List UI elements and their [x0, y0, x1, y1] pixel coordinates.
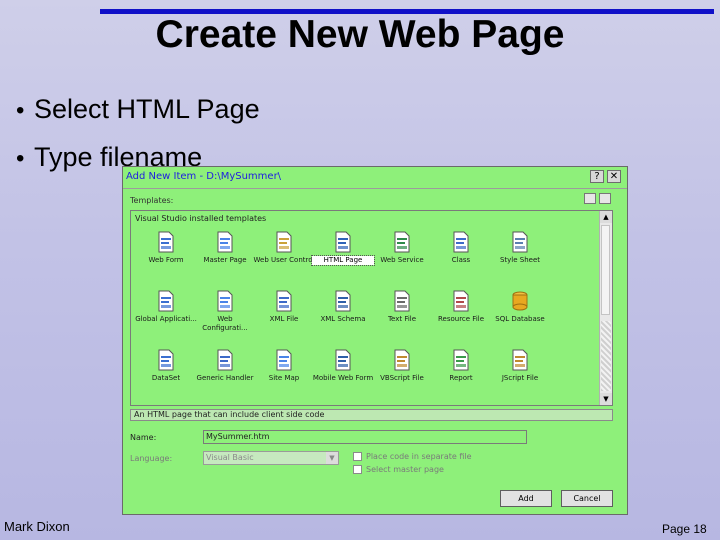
resource-file-icon — [450, 290, 472, 312]
template-item[interactable]: VBScript File — [371, 349, 433, 405]
template-label: Resource File — [437, 315, 485, 323]
scroll-track — [601, 321, 611, 391]
template-label: XML Schema — [320, 315, 366, 323]
footer-page-number: Page 18 — [662, 522, 707, 536]
template-label: HTML Page — [311, 255, 375, 266]
template-item[interactable]: Mobile Web Form — [312, 349, 374, 405]
template-item[interactable]: Web Configurati... — [194, 290, 256, 346]
template-label: VBScript File — [380, 374, 424, 382]
bullet-item: • Select HTML Page — [16, 86, 260, 134]
template-label: Web Form — [148, 256, 184, 264]
generic-handler-icon — [214, 349, 236, 371]
template-item[interactable]: Text File — [371, 290, 433, 346]
template-label: Style Sheet — [499, 256, 541, 264]
slide-title: Create New Web Page — [155, 13, 565, 56]
select-master-checkbox[interactable] — [353, 465, 362, 474]
template-item[interactable]: XML Schema — [312, 290, 374, 346]
dataset-icon — [155, 349, 177, 371]
jscript-file-icon — [509, 349, 531, 371]
template-label: Web Service — [380, 256, 424, 264]
add-button[interactable]: Add — [500, 490, 552, 507]
style-sheet-icon — [509, 231, 531, 253]
language-select[interactable]: Visual Basic ▼ — [203, 451, 339, 465]
template-label: Global Applicati... — [135, 315, 197, 323]
bullet-dot: • — [16, 145, 25, 172]
template-item[interactable]: Global Applicati... — [135, 290, 197, 346]
templates-scrollbar[interactable]: ▲ ▼ — [599, 211, 612, 405]
bullet-dot: • — [16, 97, 25, 124]
template-label: Class — [451, 256, 471, 264]
template-label: Report — [449, 374, 473, 382]
add-new-item-dialog: Add New Item - D:\MySummer\ ? ✕ Template… — [122, 166, 628, 515]
template-label: DataSet — [151, 374, 181, 382]
cancel-button[interactable]: Cancel — [561, 490, 613, 507]
html-page-icon — [332, 231, 354, 253]
class-icon — [450, 231, 472, 253]
template-item[interactable]: Web Form — [135, 231, 197, 287]
web-user-control-icon — [273, 231, 295, 253]
template-label: JScript File — [501, 374, 539, 382]
master-page-icon — [214, 231, 236, 253]
scroll-thumb[interactable] — [601, 225, 610, 315]
web-configuration-icon — [214, 290, 236, 312]
template-item[interactable]: Class — [430, 231, 492, 287]
templates-label: Templates: — [130, 196, 174, 205]
language-value: Visual Basic — [206, 453, 254, 462]
place-code-label: Place code in separate file — [366, 452, 472, 461]
small-icons-view-icon[interactable] — [599, 193, 611, 204]
xml-schema-icon — [332, 290, 354, 312]
template-label: Master Page — [203, 256, 247, 264]
template-item[interactable]: Master Page — [194, 231, 256, 287]
name-label: Name: — [130, 433, 157, 442]
large-icons-view-icon[interactable] — [584, 193, 596, 204]
template-label: Mobile Web Form — [312, 374, 374, 382]
template-item[interactable]: Resource File — [430, 290, 492, 346]
template-item[interactable]: SQL Database — [489, 290, 551, 346]
template-label: Web Configurati... — [202, 315, 248, 332]
sql-database-icon — [509, 290, 531, 312]
template-label: Text File — [387, 315, 417, 323]
template-item[interactable]: DataSet — [135, 349, 197, 405]
site-map-icon — [273, 349, 295, 371]
template-label: SQL Database — [495, 315, 545, 323]
template-item[interactable]: Web User Control — [253, 231, 315, 287]
templates-grid: Web Form Master Page Web User Control HTML … — [131, 227, 601, 405]
mobile-web-form-icon — [332, 349, 354, 371]
template-label: Site Map — [268, 374, 300, 382]
report-icon — [450, 349, 472, 371]
language-label: Language: — [130, 454, 173, 463]
template-description: An HTML page that can include client sid… — [130, 409, 613, 421]
scroll-down-icon[interactable]: ▼ — [600, 393, 612, 405]
template-item[interactable]: Report — [430, 349, 492, 405]
template-item[interactable]: Web Service — [371, 231, 433, 287]
dialog-title: Add New Item - D:\MySummer\ — [126, 171, 282, 182]
template-item[interactable]: XML File — [253, 290, 315, 346]
template-item[interactable]: Generic Handler — [194, 349, 256, 405]
template-item[interactable]: Site Map — [253, 349, 315, 405]
text-file-icon — [391, 290, 413, 312]
template-label: XML File — [269, 315, 299, 323]
scroll-up-icon[interactable]: ▲ — [600, 211, 612, 223]
templates-listbox[interactable]: Visual Studio installed templates Web Fo… — [130, 210, 613, 406]
chevron-down-icon[interactable]: ▼ — [326, 452, 338, 464]
xml-file-icon — [273, 290, 295, 312]
dialog-titlebar: Add New Item - D:\MySummer\ ? ✕ — [123, 167, 627, 189]
footer-author: Mark Dixon — [4, 519, 70, 534]
installed-templates-header: Visual Studio installed templates — [135, 214, 267, 223]
close-button[interactable]: ✕ — [607, 170, 621, 183]
place-code-checkbox[interactable] — [353, 452, 362, 461]
template-label: Generic Handler — [196, 374, 254, 382]
vbscript-file-icon — [391, 349, 413, 371]
help-button[interactable]: ? — [590, 170, 604, 183]
bullet-text: Select HTML Page — [34, 94, 260, 124]
template-item[interactable]: Style Sheet — [489, 231, 551, 287]
web-service-icon — [391, 231, 413, 253]
name-input[interactable]: MySummer.htm — [203, 430, 527, 444]
web-form-icon — [155, 231, 177, 253]
global-application-icon — [155, 290, 177, 312]
template-item[interactable]: JScript File — [489, 349, 551, 405]
template-item[interactable]: HTML Page — [311, 231, 375, 287]
select-master-label: Select master page — [366, 465, 444, 474]
template-label: Web User Control — [253, 256, 315, 264]
